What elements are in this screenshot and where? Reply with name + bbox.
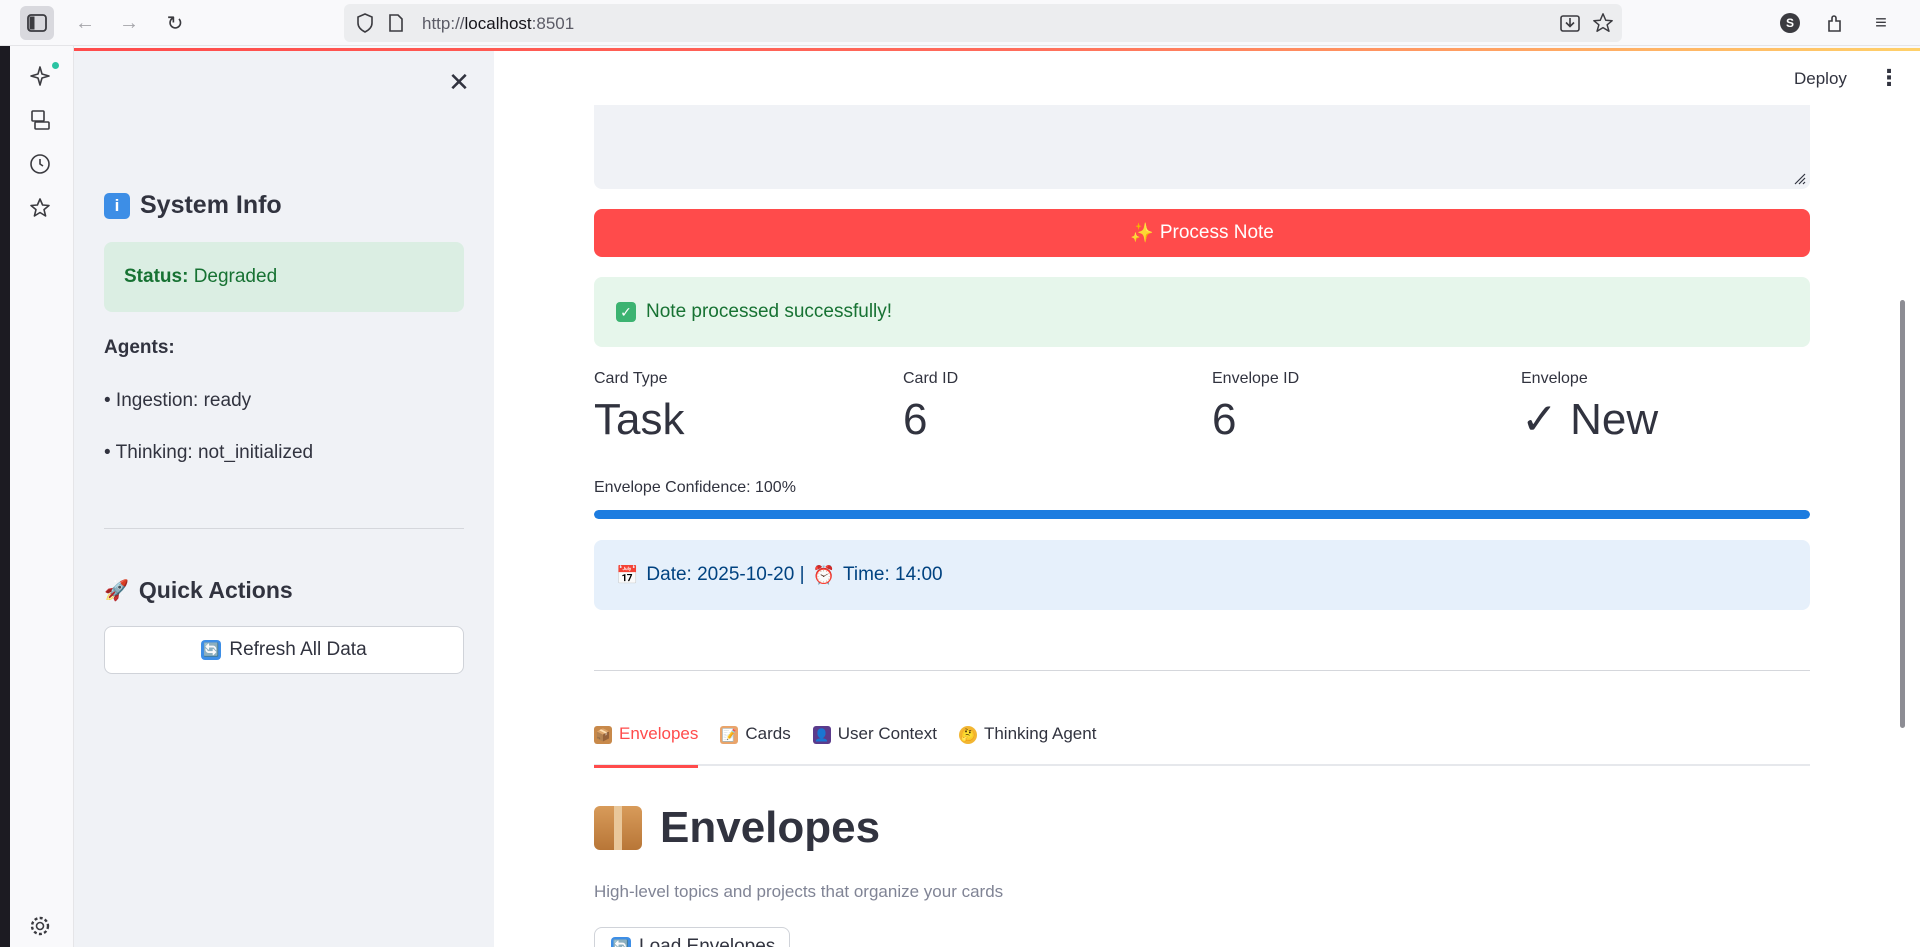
calendar-icon: 📅	[616, 564, 639, 585]
close-sidebar-icon[interactable]: ✕	[444, 67, 474, 97]
status-value: Degraded	[193, 266, 278, 287]
url-bar[interactable]: http://localhost:8501	[344, 4, 1622, 42]
ai-sparkle-icon[interactable]	[28, 64, 52, 88]
load-envelopes-button[interactable]: 🔄 Load Envelopes	[594, 927, 790, 947]
reload-icon[interactable]: ↻	[158, 6, 192, 40]
metric-card-id: Card ID 6	[903, 370, 1203, 444]
download-page-icon[interactable]	[1560, 13, 1580, 33]
system-info-heading: i System Info	[104, 191, 282, 220]
agent-ingestion-status: • Ingestion: ready	[104, 390, 252, 411]
history-clock-icon[interactable]	[28, 152, 52, 176]
tab-user-context[interactable]: 👤 User Context	[812, 724, 937, 766]
deploy-button[interactable]: Deploy	[1794, 69, 1847, 89]
tab-bar: 📦 Envelopes 📝 Cards 👤 User Context 🤔 Thi…	[594, 724, 1810, 768]
metric-label: Envelope ID	[1212, 370, 1300, 387]
notification-dot	[52, 62, 59, 69]
memo-icon: 📝	[720, 726, 739, 744]
agent-thinking-status: • Thinking: not_initialized	[104, 442, 314, 463]
forward-arrow-icon[interactable]: →	[112, 6, 146, 40]
status-label: Status:	[124, 266, 189, 287]
settings-gear-icon[interactable]	[28, 914, 52, 938]
package-icon: 📦	[594, 726, 612, 744]
menu-hamburger-icon[interactable]: ≡	[1864, 6, 1898, 40]
note-textarea[interactable]	[594, 105, 1810, 189]
process-note-button[interactable]: ✨ Process Note	[594, 209, 1810, 257]
bookmark-star-icon[interactable]	[1592, 12, 1614, 34]
section-divider	[594, 670, 1810, 671]
profile-avatar[interactable]: S	[1780, 13, 1800, 33]
metric-label: Envelope	[1521, 370, 1588, 387]
metric-label: Card Type	[594, 370, 668, 387]
resize-grip-icon[interactable]	[1792, 171, 1806, 185]
package-icon	[594, 806, 642, 850]
shield-icon[interactable]	[356, 13, 374, 33]
metric-value: 6	[1212, 395, 1237, 444]
metric-value: 6	[903, 395, 928, 444]
back-arrow-icon[interactable]: ←	[68, 6, 102, 40]
browser-toolbar: ← → ↻ http://localhost:8501 S ≡	[0, 0, 1920, 46]
metric-card-type: Card Type Task	[594, 370, 894, 444]
metric-label: Card ID	[903, 370, 959, 387]
confidence-progress-fill	[594, 510, 1810, 519]
sidebar-divider	[104, 528, 464, 529]
metric-envelope: Envelope ✓ New	[1521, 370, 1821, 444]
refresh-all-data-button[interactable]: 🔄 Refresh All Data	[104, 626, 464, 674]
refresh-icon: 🔄	[201, 640, 222, 660]
success-message: Note processed successfully!	[646, 301, 893, 322]
tab-thinking-agent[interactable]: 🤔 Thinking Agent	[958, 724, 1097, 766]
extensions-icon[interactable]	[1818, 6, 1852, 40]
page-scrollbar[interactable]	[1900, 300, 1905, 728]
metric-envelope-id: Envelope ID 6	[1212, 370, 1512, 444]
quick-actions-heading: 🚀 Quick Actions	[104, 577, 293, 604]
tab-label: Envelopes	[619, 724, 699, 743]
success-alert: ✓ Note processed successfully!	[594, 277, 1810, 347]
tab-cards[interactable]: 📝 Cards	[720, 724, 791, 766]
envelopes-subtitle: High-level topics and projects that orga…	[594, 882, 1004, 901]
refresh-label: Refresh All Data	[229, 639, 367, 660]
browser-sidebar	[0, 46, 74, 947]
refresh-icon: 🔄	[611, 937, 631, 947]
bookmarks-star-icon[interactable]	[28, 196, 52, 220]
tab-label: User Context	[837, 724, 937, 743]
date-time-info: 📅 Date: 2025-10-20 | ⏰ Time: 14:00	[594, 540, 1810, 610]
metric-value: ✓ New	[1521, 395, 1659, 444]
info-icon: i	[104, 192, 130, 219]
tab-envelopes[interactable]: 📦 Envelopes	[594, 724, 699, 768]
agents-heading: Agents:	[104, 337, 175, 358]
time-text: Time: 14:00	[842, 564, 943, 585]
process-note-label: Process Note	[1159, 222, 1274, 243]
app-sidebar: ✕ i System Info Status: Degraded Agents:…	[74, 51, 494, 947]
thinking-face-icon: 🤔	[958, 726, 977, 744]
tab-label: Cards	[745, 724, 791, 743]
tab-label: Thinking Agent	[983, 724, 1097, 743]
envelopes-heading: Envelopes	[594, 803, 880, 853]
main-content: Deploy ⋮ ✨ Process Note ✓ Note processed…	[494, 51, 1920, 947]
main-menu-icon[interactable]: ⋮	[1878, 65, 1900, 91]
synced-tabs-icon[interactable]	[28, 108, 52, 132]
page-icon	[389, 14, 403, 32]
alarm-clock-icon: ⏰	[812, 564, 835, 585]
check-mark-icon: ✓	[616, 302, 636, 322]
sparkles-icon: ✨	[1130, 223, 1154, 244]
url-text: http://localhost:8501	[422, 14, 575, 33]
date-text: Date: 2025-10-20 |	[646, 564, 805, 585]
confidence-progress-bar	[594, 510, 1810, 519]
quick-actions-title: Quick Actions	[138, 577, 293, 603]
confidence-label: Envelope Confidence: 100%	[594, 479, 796, 496]
rocket-icon: 🚀	[104, 580, 129, 602]
metric-value: Task	[594, 395, 685, 444]
status-box: Status: Degraded	[104, 242, 464, 312]
user-silhouette-icon: 👤	[812, 726, 831, 744]
envelopes-title: Envelopes	[660, 803, 881, 852]
sidebar-toggle-icon[interactable]	[20, 6, 54, 40]
load-envelopes-label: Load Envelopes	[639, 936, 776, 947]
window-edge	[0, 46, 10, 947]
system-info-title: System Info	[140, 191, 282, 219]
